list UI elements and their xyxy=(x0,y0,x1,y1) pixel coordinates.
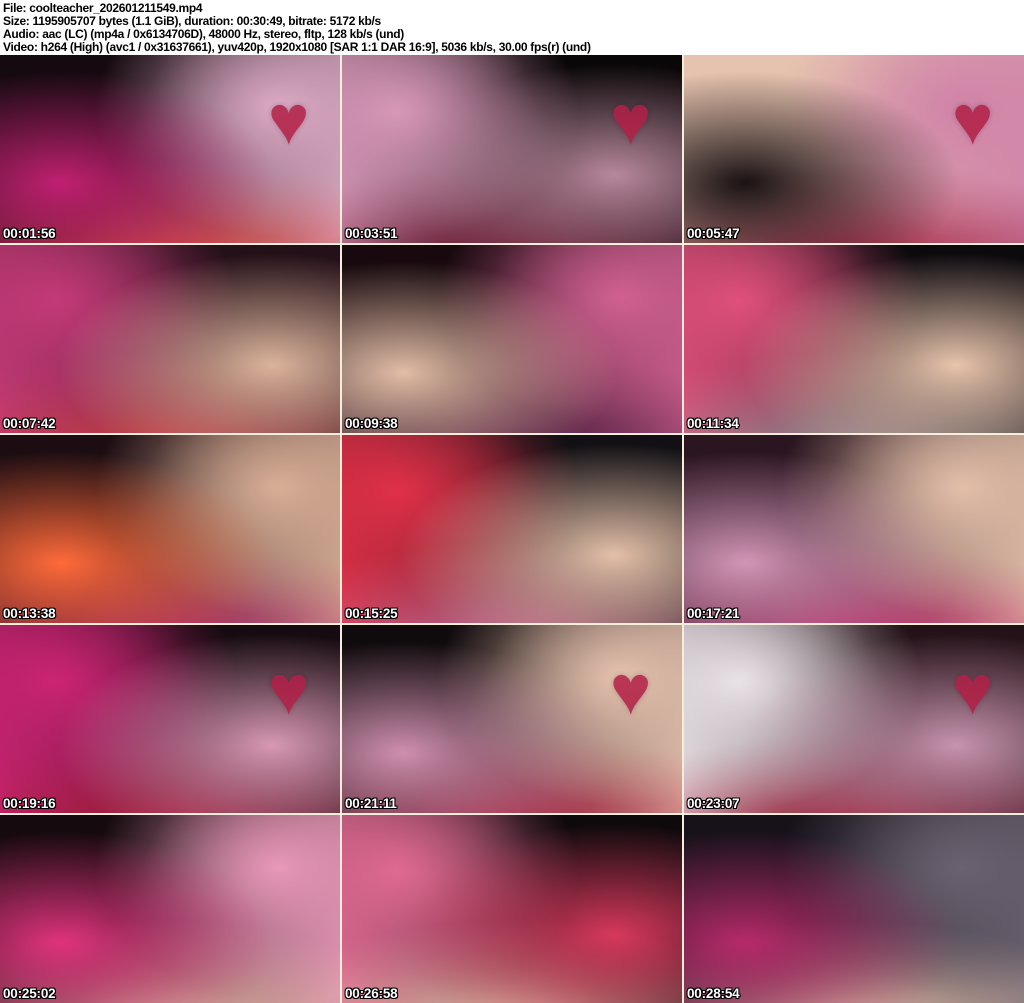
timestamp-overlay: 00:09:38 xyxy=(345,416,398,431)
timestamp-overlay: 00:17:21 xyxy=(687,606,740,621)
video-thumbnail: ♥ 00:28:54 xyxy=(684,815,1024,1003)
heart-decor-icon: ♥ xyxy=(951,651,994,730)
thumbnail-image xyxy=(684,815,1024,1003)
timestamp-overlay: 00:19:16 xyxy=(3,796,56,811)
timestamp-overlay: 00:21:11 xyxy=(345,796,397,811)
video-thumbnail: ♥ 00:15:25 xyxy=(342,435,682,623)
timestamp-overlay: 00:15:25 xyxy=(345,606,398,621)
heart-decor-icon: ♥ xyxy=(609,651,652,730)
video-thumbnail: ♥ 00:11:34 xyxy=(684,245,1024,433)
thumbnail-image xyxy=(0,435,340,623)
video-codec-line: Video: h264 (High) (avc1 / 0x31637661), … xyxy=(3,40,591,54)
thumbnail-image xyxy=(342,435,682,623)
timestamp-overlay: 00:13:38 xyxy=(3,606,56,621)
thumbnail-image xyxy=(684,435,1024,623)
video-thumbnail: ♥ 00:21:11 xyxy=(342,625,682,813)
timestamp-overlay: 00:03:51 xyxy=(345,226,398,241)
video-thumbnail: ♥ 00:07:42 xyxy=(0,245,340,433)
thumbnail-grid: ♥ 00:01:56 ♥ 00:03:51 ♥ 00:05:47 ♥ 00:07… xyxy=(0,55,1024,1003)
heart-decor-icon: ♥ xyxy=(267,651,310,730)
thumbnail-image xyxy=(342,815,682,1003)
thumbnail-image xyxy=(0,815,340,1003)
timestamp-overlay: 00:07:42 xyxy=(3,416,56,431)
timestamp-overlay: 00:28:54 xyxy=(687,986,740,1001)
video-thumbnail: ♥ 00:05:47 xyxy=(684,55,1024,243)
timestamp-overlay: 00:25:02 xyxy=(3,986,56,1001)
timestamp-overlay: 00:01:56 xyxy=(3,226,56,241)
file-info-header: File: coolteacher_202601211549.mp4 Size:… xyxy=(0,0,1024,55)
thumbnail-image xyxy=(342,245,682,433)
thumbnail-image xyxy=(684,245,1024,433)
timestamp-overlay: 00:05:47 xyxy=(687,226,740,241)
video-thumbnail: ♥ 00:23:07 xyxy=(684,625,1024,813)
video-contact-sheet: File: coolteacher_202601211549.mp4 Size:… xyxy=(0,0,1024,1003)
video-thumbnail: ♥ 00:26:58 xyxy=(342,815,682,1003)
heart-decor-icon: ♥ xyxy=(609,81,652,160)
heart-decor-icon: ♥ xyxy=(951,81,994,160)
video-thumbnail: ♥ 00:01:56 xyxy=(0,55,340,243)
timestamp-overlay: 00:23:07 xyxy=(687,796,740,811)
video-thumbnail: ♥ 00:09:38 xyxy=(342,245,682,433)
video-thumbnail: ♥ 00:03:51 xyxy=(342,55,682,243)
heart-decor-icon: ♥ xyxy=(267,81,310,160)
timestamp-overlay: 00:26:58 xyxy=(345,986,398,1001)
video-thumbnail: ♥ 00:13:38 xyxy=(0,435,340,623)
thumbnail-image xyxy=(0,245,340,433)
video-thumbnail: ♥ 00:25:02 xyxy=(0,815,340,1003)
video-thumbnail: ♥ 00:17:21 xyxy=(684,435,1024,623)
timestamp-overlay: 00:11:34 xyxy=(687,416,739,431)
video-thumbnail: ♥ 00:19:16 xyxy=(0,625,340,813)
